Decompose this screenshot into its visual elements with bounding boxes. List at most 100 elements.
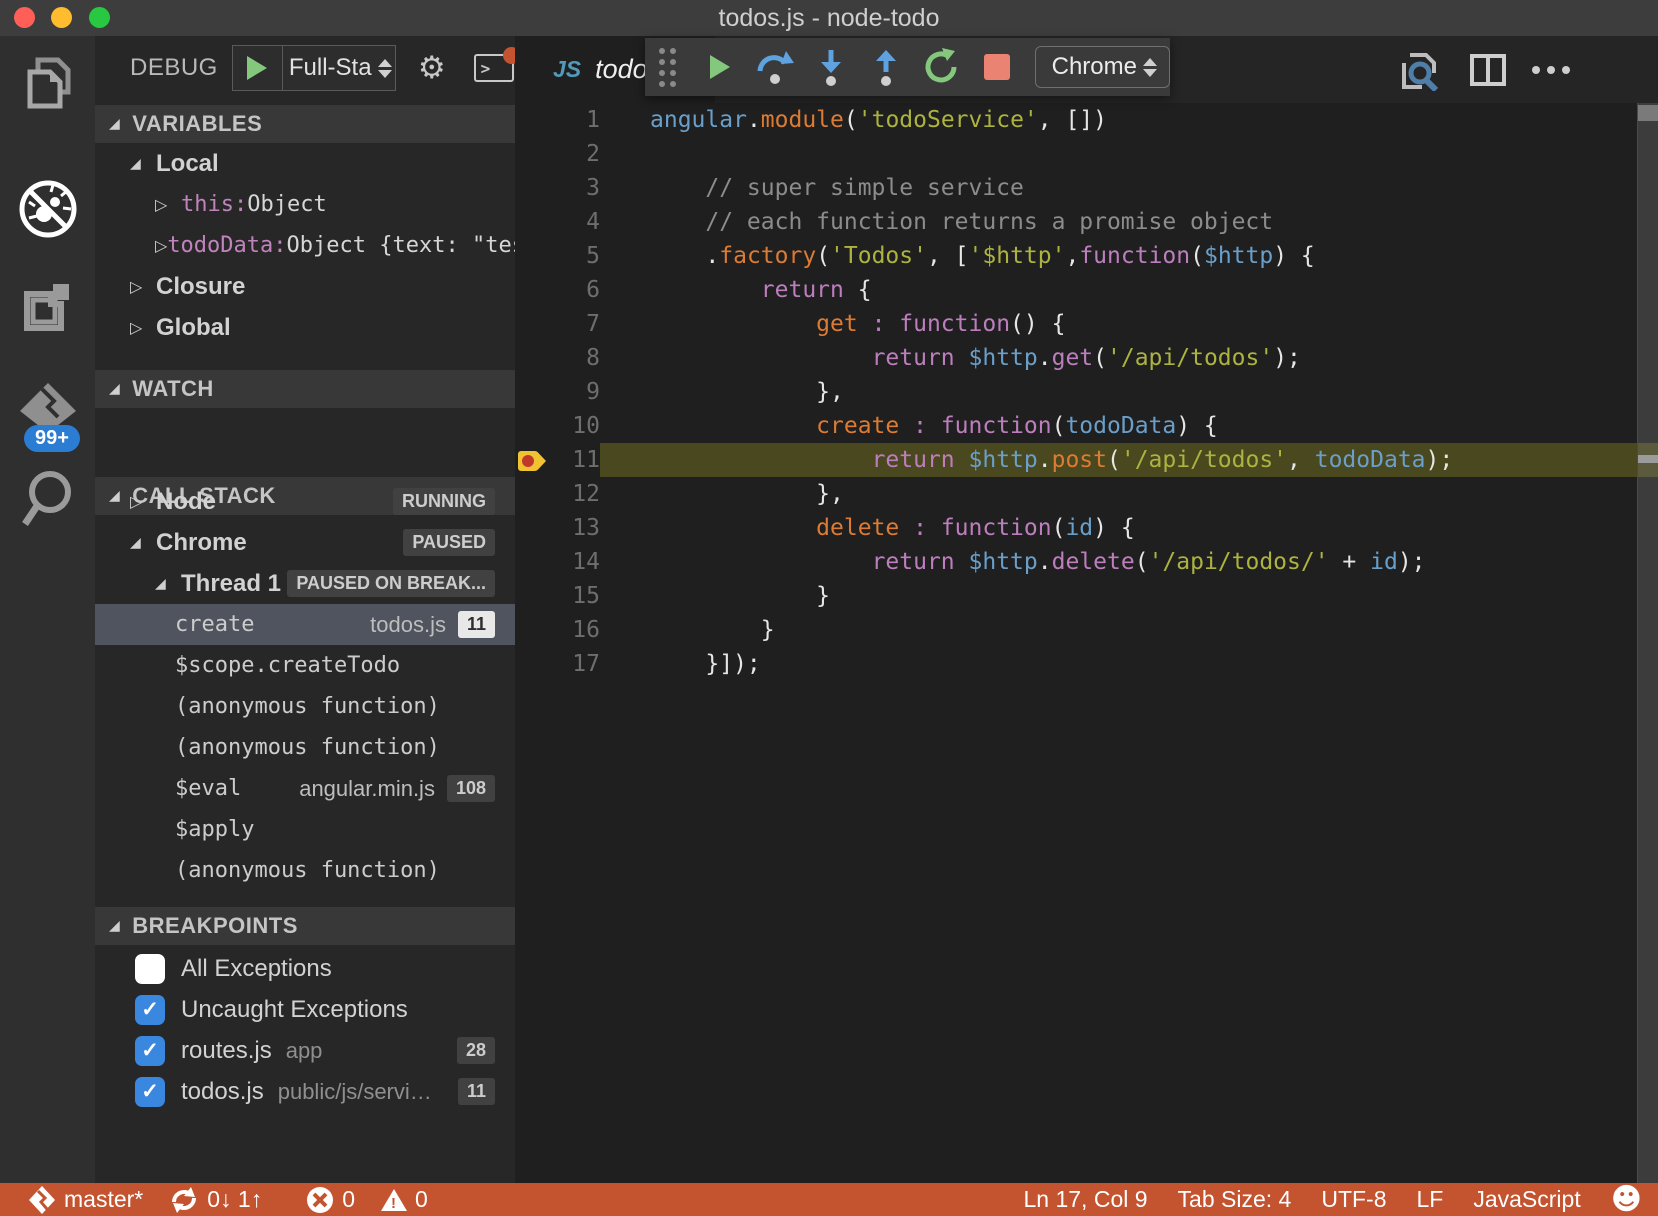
code-text[interactable]: } [600,613,1658,647]
callstack-row[interactable]: createtodos.js11 [95,604,515,645]
code-text[interactable]: // each function returns a promise objec… [600,205,1658,239]
callstack-row[interactable]: Thread 1PAUSED ON BREAK... [95,563,515,604]
breakpoint-gutter[interactable] [515,341,555,375]
breakpoint-gutter[interactable] [515,545,555,579]
language-item[interactable]: JavaScript [1473,1186,1580,1213]
extensions-icon[interactable] [0,278,95,336]
maximize-window-button[interactable] [89,7,110,28]
breakpoint-row[interactable]: ✓Uncaught Exceptions [95,989,515,1030]
variable-row[interactable]: Local [95,143,515,184]
breakpoint-gutter[interactable] [515,103,555,137]
code-text[interactable]: .factory('Todos', ['$http',function($htt… [600,239,1658,273]
split-editor-icon[interactable] [1470,54,1506,91]
minimize-window-button[interactable] [51,7,72,28]
scrollbar-thumb[interactable] [1638,105,1658,121]
variable-row[interactable]: Global [95,307,515,348]
code-text[interactable]: }, [600,477,1658,511]
chevron-expanded-icon [109,918,120,934]
git-sync-item[interactable]: 0↓ 1↑ [169,1185,262,1215]
line-number: 12 [555,477,600,511]
more-actions-icon[interactable] [1532,66,1570,74]
breakpoint-gutter[interactable] [515,307,555,341]
start-debug-button[interactable] [233,46,283,90]
step-into-button[interactable] [803,39,858,95]
restart-button[interactable] [914,39,969,95]
breakpoint-gutter[interactable] [515,409,555,443]
breakpoint-gutter[interactable] [515,239,555,273]
warnings-item[interactable]: ! 0 [381,1186,428,1213]
callstack-row[interactable]: $apply [95,809,515,850]
breakpoint-gutter[interactable] [515,137,555,171]
search-icon[interactable] [0,468,95,532]
errors-item[interactable]: 0 [306,1186,355,1214]
code-text[interactable]: }, [600,375,1658,409]
continue-button[interactable] [692,39,747,95]
git-branch-item[interactable]: master* [28,1185,143,1215]
breakpoint-gutter[interactable] [515,613,555,647]
code-text[interactable]: return $http.get('/api/todos'); [600,341,1658,375]
debug-icon[interactable] [0,178,95,240]
breakpoint-row[interactable]: ✓routes.jsapp28 [95,1030,515,1071]
drag-handle[interactable] [659,48,676,87]
variable-row[interactable]: this: Object [95,184,515,225]
callstack-row[interactable]: (anonymous function) [95,727,515,768]
variable-row[interactable]: Closure [95,266,515,307]
callstack-row[interactable]: ChromePAUSED [95,522,515,563]
code-text[interactable]: angular.module('todoService', []) [600,103,1658,137]
breakpoint-gutter[interactable] [515,647,555,681]
open-preview-icon[interactable] [1400,51,1440,96]
close-window-button[interactable] [14,7,35,28]
git-branch-icon [28,1185,56,1215]
cursor-position-item[interactable]: Ln 17, Col 9 [1024,1186,1148,1213]
code-text[interactable]: return $http.post('/api/todos', todoData… [600,443,1658,477]
encoding-item[interactable]: UTF-8 [1321,1186,1386,1213]
breakpoint-gutter[interactable] [515,205,555,239]
callstack-row[interactable]: (anonymous function) [95,686,515,727]
callstack-row[interactable]: NodeRUNNING [95,481,515,522]
code-text[interactable]: }]); [600,647,1658,681]
breakpoint-gutter[interactable] [515,273,555,307]
callstack-row[interactable]: $evalangular.min.js108 [95,768,515,809]
stop-button[interactable] [969,39,1024,95]
tab-size-item[interactable]: Tab Size: 4 [1178,1186,1292,1213]
breakpoint-gutter[interactable] [515,511,555,545]
explorer-icon[interactable] [0,56,95,112]
debug-console-icon[interactable]: > [474,54,514,82]
code-text[interactable]: delete : function(id) { [600,511,1658,545]
watch-section-header[interactable]: WATCH [95,370,515,408]
breakpoints-section-header[interactable]: BREAKPOINTS [95,907,515,945]
callstack-row[interactable]: (anonymous function) [95,850,515,891]
current-line-marker [1638,455,1658,463]
breakpoint-gutter[interactable] [515,477,555,511]
breakpoint-checkbox[interactable]: ✓ [135,1077,165,1107]
breakpoint-row[interactable]: All Exceptions [95,948,515,989]
code-text[interactable] [600,137,1658,171]
breakpoint-checkbox[interactable]: ✓ [135,995,165,1025]
eol-item[interactable]: LF [1417,1186,1444,1213]
code-text[interactable]: return $http.delete('/api/todos/' + id); [600,545,1658,579]
step-out-button[interactable] [858,39,913,95]
code-text[interactable]: get : function() { [600,307,1658,341]
breakpoint-row[interactable]: ✓todos.jspublic/js/servi…11 [95,1071,515,1112]
code-text[interactable]: } [600,579,1658,613]
breakpoint-checkbox[interactable]: ✓ [135,1036,165,1066]
code-text[interactable]: create : function(todoData) { [600,409,1658,443]
breakpoint-gutter[interactable] [515,443,555,477]
debug-target-select[interactable]: Chrome [1035,46,1170,88]
launch-config-select[interactable]: Full-Sta [283,54,395,82]
step-over-button[interactable] [747,39,802,95]
callstack-row[interactable]: $scope.createTodo [95,645,515,686]
overview-ruler[interactable] [1637,103,1658,1183]
play-icon [247,56,267,80]
feedback-item[interactable]: ☻ [1611,1182,1642,1216]
breakpoint-gutter[interactable] [515,375,555,409]
variables-section-header[interactable]: VARIABLES [95,105,515,143]
breakpoint-gutter[interactable] [515,579,555,613]
breakpoint-checkbox[interactable] [135,954,165,984]
code-text[interactable]: // super simple service [600,171,1658,205]
breakpoint-gutter[interactable] [515,171,555,205]
line-number: 16 [555,613,600,647]
gear-icon[interactable]: ⚙ [418,50,446,86]
variable-row[interactable]: todoData: Object {text: "tes… [95,225,515,266]
code-text[interactable]: return { [600,273,1658,307]
